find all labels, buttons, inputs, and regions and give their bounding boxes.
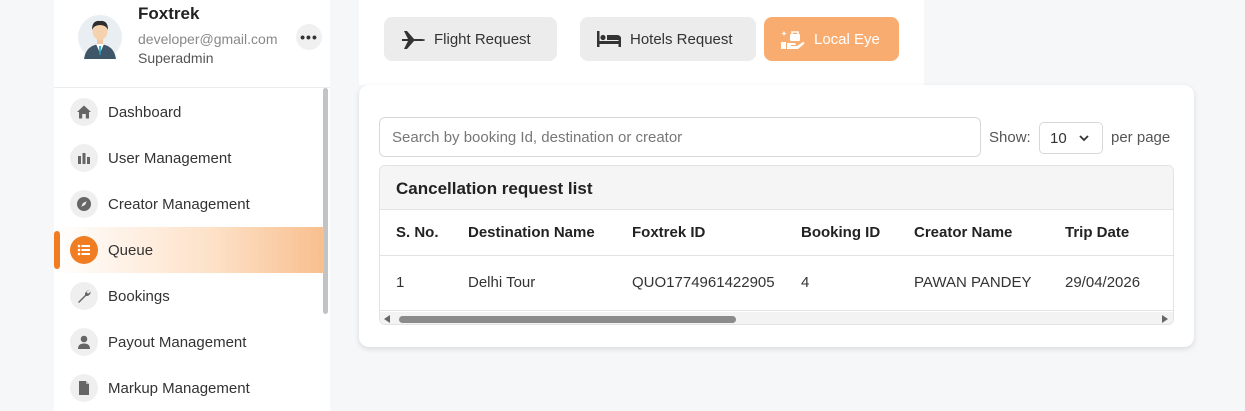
sidebar-item-queue[interactable]: Queue [54,227,324,273]
column-header-booking-id: Booking ID [801,224,881,241]
tab-label: Hotels Request [630,30,733,48]
sidebar-item-payout-management[interactable]: Payout Management [54,319,324,365]
tab-local-eye[interactable]: Local Eye [764,17,899,61]
tab-label: Flight Request [434,30,531,48]
sidebar-item-label: Creator Management [108,195,250,213]
column-header-foxtrek-id: Foxtrek ID [632,224,706,241]
sidebar-item-label: Bookings [108,287,170,305]
wrench-icon [70,282,98,310]
bed-icon [597,31,621,47]
per-page-label: per page [1111,129,1171,146]
avatar [78,15,122,59]
chevron-down-icon [1079,135,1089,142]
sidebar-item-label: Dashboard [108,103,182,121]
profile-name: Foxtrek [138,4,200,23]
profile-role: Superadmin [138,50,214,66]
bar-chart-icon [70,144,98,172]
sidebar-item-bookings[interactable]: Bookings [54,273,324,319]
sidebar-item-dashboard[interactable]: Dashboard [54,89,324,135]
show-label: Show: [989,129,1031,146]
row-divider [380,310,1173,311]
tab-label: Local Eye [814,30,880,48]
home-icon [70,98,98,126]
column-header-destination: Destination Name [468,224,595,241]
table-title-bar: Cancellation request list [380,166,1173,210]
horizontal-scrollbar[interactable] [380,312,1173,324]
per-page-value: 10 [1050,130,1067,147]
table-cell-destination: Delhi Tour [468,274,536,291]
sidebar-item-user-management[interactable]: User Management [54,135,324,181]
table-cell-booking-id: 4 [801,274,810,291]
more-icon: ••• [300,29,318,45]
local-eye-icon [781,31,805,49]
scroll-right-icon[interactable] [1162,315,1168,323]
table-cell-sno: 1 [396,274,405,291]
profile-email: developer@gmail.com [138,31,278,47]
sidebar-item-label: Queue [108,241,154,259]
list-icon [70,236,98,264]
more-options-button[interactable]: ••• [296,24,322,50]
document-icon [70,374,98,402]
tab-hotels-request[interactable]: Hotels Request [580,17,756,61]
header-divider [380,255,1173,256]
table-cell-foxtrek-id: QUO1774961422905 [632,274,775,291]
sidebar-item-markup-management[interactable]: Markup Management [54,365,324,411]
sidebar-item-label: Payout Management [108,333,247,351]
scroll-left-icon[interactable] [384,315,390,323]
sidebar-item-creator-management[interactable]: Creator Management [54,181,324,227]
cancellation-table: Cancellation request list S. No. Destina… [379,165,1174,325]
column-header-creator-name: Creator Name [914,224,1013,241]
tab-flight-request[interactable]: Flight Request [384,17,557,61]
table-title: Cancellation request list [396,179,593,198]
compass-icon [70,190,98,218]
person-icon [70,328,98,356]
active-indicator [54,231,60,269]
per-page-select[interactable]: 10 [1039,122,1103,154]
column-header-trip-date: Trip Date [1065,224,1130,241]
column-header-sno: S. No. [396,224,439,241]
table-cell-trip-date: 29/04/2026 [1065,274,1141,291]
sidebar-item-label: Markup Management [108,379,250,397]
airplane-icon [402,31,425,49]
search-input[interactable] [379,117,981,157]
sidebar-item-label: User Management [108,149,232,167]
scrollbar-thumb[interactable] [399,316,736,323]
table-cell-creator-name: PAWAN PANDEY [914,274,1032,291]
